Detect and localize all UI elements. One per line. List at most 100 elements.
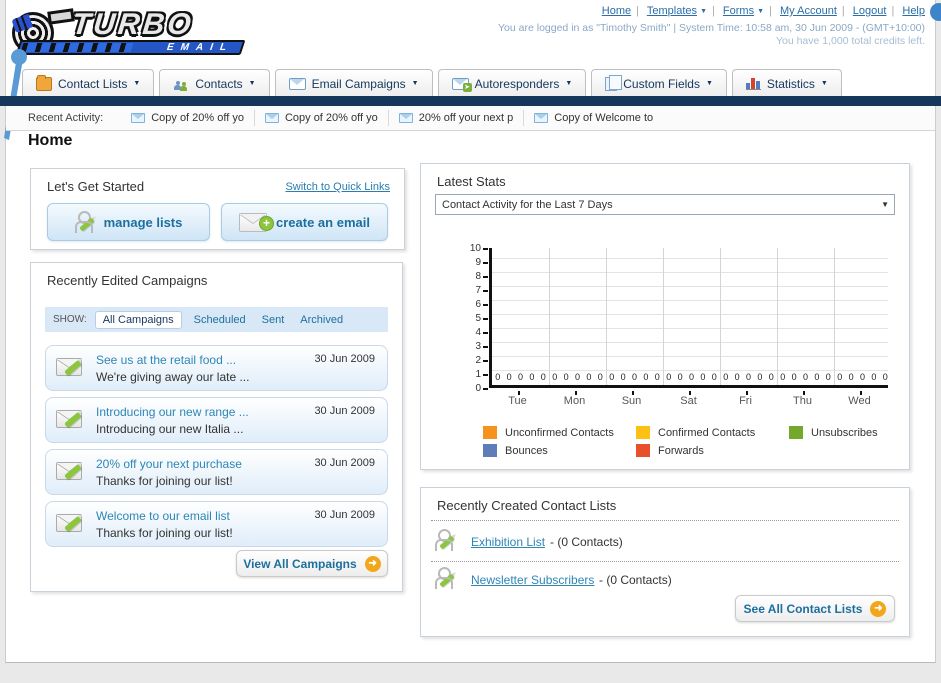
chevron-down-icon: ▼ bbox=[700, 8, 707, 15]
header-link-home[interactable]: Home bbox=[602, 5, 631, 17]
y-tick-label: 5 bbox=[475, 313, 481, 324]
help-bubble-icon[interactable] bbox=[930, 3, 941, 21]
latest-stats-panel: Latest Stats Contact Activity for the La… bbox=[420, 163, 910, 470]
activity-item[interactable]: Copy of 20% off yo bbox=[121, 110, 255, 126]
campaigns-panel: Recently Edited Campaigns SHOW: All Camp… bbox=[30, 262, 403, 592]
h-gridline bbox=[492, 314, 888, 315]
data-value-group: 00000 bbox=[492, 371, 549, 383]
y-tick-label: 4 bbox=[475, 327, 481, 338]
campaign-row[interactable]: Welcome to our email list Thanks for joi… bbox=[45, 501, 388, 547]
envelope-icon bbox=[131, 113, 146, 123]
x-tick-label: Sun bbox=[603, 391, 660, 407]
contact-list-link[interactable]: Newsletter Subscribers bbox=[471, 573, 594, 587]
autoresponder-envelope-icon: ➤ bbox=[451, 77, 472, 92]
data-value-label: 0 bbox=[882, 372, 888, 382]
y-tick-label: 8 bbox=[475, 271, 481, 282]
contacts-people-icon bbox=[173, 77, 189, 91]
h-gridline bbox=[492, 300, 888, 301]
campaign-subject: Thanks for joining our list! bbox=[96, 474, 233, 488]
contact-lists-title: Recently Created Contact Lists bbox=[437, 498, 617, 513]
header-link-logout[interactable]: Logout bbox=[853, 5, 887, 17]
turbo-email-logo: TURBO EMAIL bbox=[10, 6, 270, 58]
legend-label: Confirmed Contacts bbox=[658, 426, 756, 439]
filter-sent[interactable]: Sent bbox=[262, 314, 285, 326]
campaign-link[interactable]: See us at the retail food ... bbox=[96, 353, 236, 367]
turbo-nozzle-icon bbox=[47, 8, 75, 25]
tab-email-campaigns[interactable]: Email Campaigns ▼ bbox=[274, 69, 433, 97]
tab-label: Autoresponders bbox=[474, 76, 560, 91]
data-value-label: 0 bbox=[723, 372, 729, 382]
header-link-templates[interactable]: Templates bbox=[647, 5, 697, 17]
data-value-group: 00000 bbox=[663, 371, 720, 383]
recent-activity-strip: Recent Activity: Copy of 20% off yo Copy… bbox=[6, 106, 935, 131]
activity-item[interactable]: Copy of 20% off yo bbox=[255, 110, 389, 126]
show-label: SHOW: bbox=[53, 314, 87, 325]
arrow-right-icon bbox=[870, 600, 887, 617]
stats-period-select[interactable]: Contact Activity for the Last 7 Days bbox=[435, 194, 895, 215]
envelope-pencil-icon bbox=[56, 460, 86, 484]
y-tick-mark bbox=[483, 360, 488, 362]
view-all-campaigns-button[interactable]: View All Campaigns bbox=[236, 550, 388, 577]
manage-lists-button[interactable]: manage lists bbox=[47, 203, 210, 241]
contact-list-link[interactable]: Exhibition List bbox=[471, 535, 545, 549]
legend-item: Forwards bbox=[636, 444, 789, 457]
data-value-label: 0 bbox=[825, 372, 831, 382]
data-value-label: 0 bbox=[780, 372, 786, 382]
envelope-pencil-icon bbox=[56, 356, 86, 380]
activity-item[interactable]: 20% off your next p bbox=[389, 110, 525, 126]
v-gridline bbox=[606, 248, 607, 385]
data-value-label: 0 bbox=[711, 372, 717, 382]
create-email-button[interactable]: + create an email bbox=[221, 203, 388, 241]
see-all-contact-lists-button[interactable]: See All Contact Lists bbox=[735, 595, 895, 622]
person-pencil-icon bbox=[435, 567, 459, 593]
filter-scheduled[interactable]: Scheduled bbox=[194, 314, 246, 326]
campaign-row[interactable]: 20% off your next purchase Thanks for jo… bbox=[45, 449, 388, 495]
main-nav: Contact Lists ▼ Contacts ▼ Email Campaig… bbox=[0, 68, 941, 97]
create-email-label: create an email bbox=[276, 214, 370, 230]
switch-quick-links[interactable]: Switch to Quick Links bbox=[285, 181, 390, 193]
y-tick-label: 0 bbox=[475, 383, 481, 394]
legend-item: Unconfirmed Contacts bbox=[483, 426, 636, 439]
y-tick-mark bbox=[483, 248, 488, 250]
data-value-label: 0 bbox=[677, 372, 683, 382]
activity-item[interactable]: Copy of Welcome to bbox=[524, 110, 663, 126]
stats-period-value: Contact Activity for the Last 7 Days bbox=[442, 198, 613, 211]
h-gridline bbox=[492, 328, 888, 329]
header-link-my-account[interactable]: My Account bbox=[780, 5, 837, 17]
campaign-link[interactable]: Welcome to our email list bbox=[96, 509, 230, 523]
arrow-right-icon bbox=[364, 555, 381, 572]
chevron-down-icon: ▼ bbox=[565, 80, 573, 87]
legend-label: Bounces bbox=[505, 444, 548, 457]
tab-custom-fields[interactable]: Custom Fields ▼ bbox=[591, 69, 727, 97]
campaign-date: 30 Jun 2009 bbox=[314, 457, 375, 469]
contact-list-count: - (0 Contacts) bbox=[599, 573, 672, 587]
y-tick-mark bbox=[483, 262, 488, 264]
campaign-link[interactable]: 20% off your next purchase bbox=[96, 457, 242, 471]
tab-autoresponders[interactable]: ➤ Autoresponders ▼ bbox=[437, 69, 587, 97]
filter-all-campaigns[interactable]: All Campaigns bbox=[94, 310, 182, 329]
campaign-row[interactable]: Introducing our new range ... Introducin… bbox=[45, 397, 388, 443]
latest-stats-title: Latest Stats bbox=[437, 174, 506, 189]
campaign-row[interactable]: See us at the retail food ... We're givi… bbox=[45, 345, 388, 391]
tab-contact-lists[interactable]: Contact Lists ▼ bbox=[22, 69, 155, 97]
logo-word: TURBO bbox=[70, 8, 196, 41]
y-tick-label: 7 bbox=[475, 285, 481, 296]
y-tick-mark bbox=[483, 276, 488, 278]
header-link-help[interactable]: Help bbox=[902, 5, 925, 17]
campaign-link[interactable]: Introducing our new range ... bbox=[96, 405, 249, 419]
v-gridline bbox=[834, 248, 835, 385]
filter-archived[interactable]: Archived bbox=[300, 314, 343, 326]
data-value-label: 0 bbox=[540, 372, 546, 382]
y-tick-label: 10 bbox=[469, 243, 481, 254]
tab-statistics[interactable]: Statistics ▼ bbox=[731, 69, 842, 97]
tab-contacts[interactable]: Contacts ▼ bbox=[159, 69, 270, 97]
activity-item-label: Copy of 20% off yo bbox=[284, 112, 378, 124]
data-value-label: 0 bbox=[700, 372, 706, 382]
y-tick-mark bbox=[483, 374, 488, 376]
envelope-pencil-icon bbox=[56, 512, 86, 536]
data-value-group: 00000 bbox=[549, 371, 606, 383]
header-link-forms[interactable]: Forms bbox=[723, 5, 754, 17]
tab-label: Custom Fields bbox=[623, 76, 700, 91]
y-tick-label: 9 bbox=[475, 257, 481, 268]
navy-divider-bar bbox=[0, 96, 941, 106]
